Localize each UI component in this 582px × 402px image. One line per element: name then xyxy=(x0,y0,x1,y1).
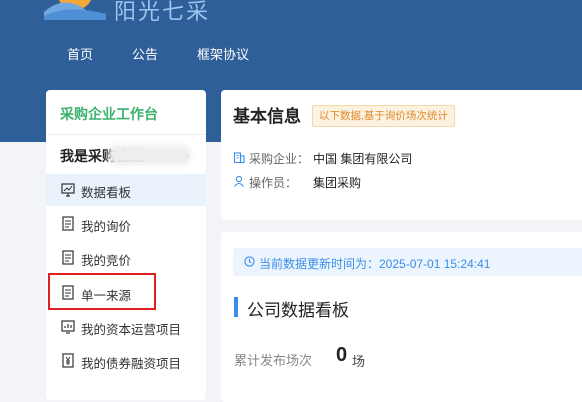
operator-label: 操作员： xyxy=(249,176,298,190)
company-row: 采购企业： 中国 集团有限公司 xyxy=(233,150,582,166)
sidebar-item-label: 我的债券融资项目 xyxy=(81,357,182,371)
update-time-text: 当前数据更新时间为：2025-07-01 15:24:41 xyxy=(259,257,491,271)
document-icon xyxy=(62,216,74,231)
update-time-notice: 当前数据更新时间为：2025-07-01 15:24:41 xyxy=(233,248,582,276)
sidebar-title: 采购企业工作台 xyxy=(60,106,158,122)
section-accent-bar xyxy=(234,297,238,317)
total-sessions-value: 0 xyxy=(336,344,348,366)
sidebar-item-bond-financing[interactable]: 我的债券融资项目 xyxy=(46,345,206,377)
company-label: 采购企业： xyxy=(249,152,310,166)
basic-info-card: 基本信息 以下数据,基于询价场次统计 采购企业： 中国 集团有限公司 操作员： … xyxy=(221,90,582,220)
monitor-icon xyxy=(61,183,75,197)
redacted-blur xyxy=(108,145,190,165)
user-icon xyxy=(234,175,244,187)
total-sessions-label: 累计发布场次 xyxy=(234,353,313,368)
nav-framework-agreement[interactable]: 框架协议 xyxy=(197,44,249,63)
selection-highlight-box xyxy=(48,273,156,310)
clock-icon xyxy=(244,256,255,267)
sun-logo-icon xyxy=(44,0,106,20)
dashboard-title: 公司数据看板 xyxy=(247,301,349,320)
basic-info-title: 基本信息 xyxy=(233,107,301,126)
nav-home[interactable]: 首页 xyxy=(67,44,93,63)
nav-announcements[interactable]: 公告 xyxy=(132,44,158,63)
sidebar-divider xyxy=(46,134,206,135)
sidebar-item-label: 我的询价 xyxy=(81,220,132,234)
document-icon xyxy=(62,250,74,265)
statistics-basis-badge: 以下数据,基于询价场次统计 xyxy=(312,105,455,127)
chart-screen-icon xyxy=(61,320,75,334)
operator-value: 集团采购 xyxy=(313,176,362,190)
total-sessions-unit: 场 xyxy=(352,354,366,369)
sidebar-item-label: 数据看板 xyxy=(81,186,132,200)
building-icon xyxy=(233,152,245,163)
company-value: 中国 集团有限公司 xyxy=(313,152,413,166)
yen-document-icon xyxy=(62,353,74,368)
sidebar: 采购企业工作台 我是采购企业 数据看板 我的询价 我的竞价 单一来源 我的资本运… xyxy=(46,90,206,400)
sidebar-item-capital-operation[interactable]: 我的资本运营项目 xyxy=(46,311,206,343)
brand-name: 阳光七采 xyxy=(114,0,211,24)
sidebar-item-label: 我的竞价 xyxy=(81,254,132,268)
dashboard-card: 当前数据更新时间为：2025-07-01 15:24:41 公司数据看板 累计发… xyxy=(221,232,582,402)
operator-row: 操作员： 集团采购 xyxy=(233,174,582,190)
sidebar-item-label: 我的资本运营项目 xyxy=(81,323,182,337)
sidebar-item-data-dashboard[interactable]: 数据看板 xyxy=(46,174,206,206)
sidebar-item-my-bidding[interactable]: 我的竞价 xyxy=(46,242,206,274)
sidebar-item-my-inquiry[interactable]: 我的询价 xyxy=(46,208,206,240)
